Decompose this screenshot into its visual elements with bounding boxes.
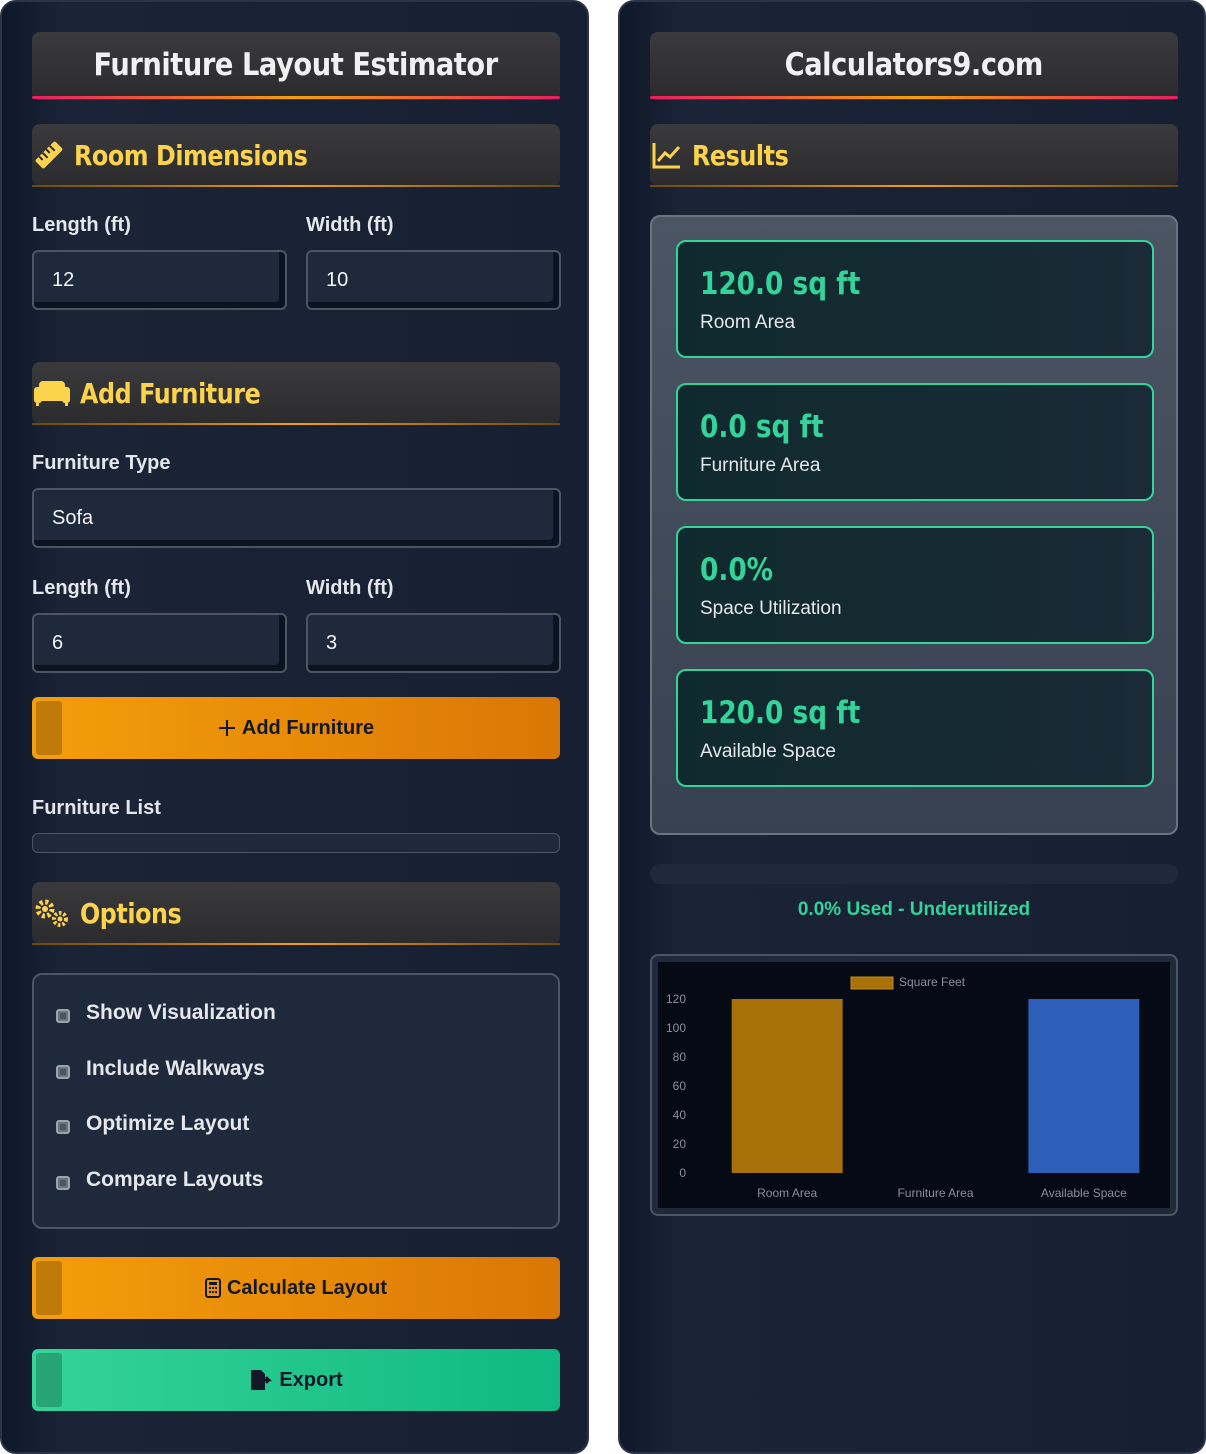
option-label: Compare Layouts <box>86 1168 264 1191</box>
app-title: Furniture Layout Estimator <box>93 46 499 83</box>
options-title: Options <box>80 896 182 930</box>
app-title-box: Furniture Layout Estimator <box>32 32 560 100</box>
site-title-box: Calculators9.com <box>650 32 1178 100</box>
export-button-label: Export <box>279 1368 343 1391</box>
add-furniture-title: Add Furniture <box>80 376 261 410</box>
result-value: 0.0 sq ft <box>700 409 824 445</box>
results-panel: Calculators9.com Results 120.0 sq ft Roo… <box>618 0 1206 1454</box>
furniture-list <box>32 833 560 853</box>
checkbox[interactable] <box>56 1065 70 1079</box>
checkbox[interactable] <box>56 1120 70 1134</box>
room-width-label: Width (ft) <box>306 214 394 236</box>
legend-swatch <box>850 976 894 990</box>
furniture-width-input[interactable]: 3 <box>306 613 561 673</box>
legend-label: Square Feet <box>899 975 966 989</box>
room-width-input[interactable]: 10 <box>306 250 561 310</box>
room-dimensions-header: Room Dimensions <box>32 124 560 187</box>
results-header: Results <box>650 124 1178 187</box>
checkbox[interactable] <box>56 1009 70 1023</box>
furniture-length-label: Length (ft) <box>32 577 131 599</box>
checkbox[interactable] <box>56 1176 70 1190</box>
result-label: Available Space <box>700 741 836 762</box>
chart-area: Square Feet 0 20 40 60 80 100 120 Room Area Furni… <box>658 962 1170 1208</box>
chart-box: Square Feet 0 20 40 60 80 100 120 Room Area Furni… <box>650 954 1178 1216</box>
option-label: Show Visualization <box>86 1001 276 1024</box>
add-furniture-button[interactable]: Add Furniture <box>32 697 560 759</box>
result-card-room-area: 120.0 sq ft Room Area <box>676 240 1154 358</box>
room-length-label: Length (ft) <box>32 214 131 236</box>
y-tick-label: 100 <box>666 1021 686 1035</box>
calculate-layout-button-label: Calculate Layout <box>226 1276 388 1299</box>
calculator-icon <box>204 1278 221 1298</box>
line-chart-icon <box>650 138 684 172</box>
calculator-panel: Furniture Layout Estimator Room Dimensio… <box>0 0 589 1454</box>
result-value: 0.0% <box>700 552 774 588</box>
add-furniture-button-label: Add Furniture <box>241 716 375 739</box>
result-label: Space Utilization <box>700 598 842 619</box>
result-label: Room Area <box>700 312 796 333</box>
option-include-walkways[interactable]: Include Walkways <box>56 1057 265 1081</box>
site-title: Calculators9.com <box>784 46 1044 83</box>
furniture-type-label: Furniture Type <box>32 452 171 474</box>
room-length-input[interactable]: 12 <box>32 250 287 310</box>
bar-available-space <box>1028 999 1140 1173</box>
x-tick-label: Furniture Area <box>897 1186 973 1200</box>
calculate-layout-button[interactable]: Calculate Layout <box>32 1257 560 1319</box>
couch-icon <box>32 376 72 410</box>
add-furniture-header: Add Furniture <box>32 362 560 425</box>
y-tick-label: 0 <box>679 1166 686 1180</box>
option-show-visualization[interactable]: Show Visualization <box>56 1001 276 1025</box>
options-box: Show Visualization Include Walkways Opti… <box>32 973 560 1229</box>
bar-room-area <box>731 999 843 1173</box>
furniture-list-label: Furniture List <box>32 797 161 819</box>
result-card-furniture-area: 0.0 sq ft Furniture Area <box>676 383 1154 501</box>
furniture-type-select[interactable]: Sofa <box>32 488 561 548</box>
y-tick-label: 60 <box>673 1079 687 1093</box>
room-dimensions-title: Room Dimensions <box>74 138 308 172</box>
x-tick-label: Available Space <box>1041 1186 1127 1200</box>
furniture-length-input[interactable]: 6 <box>32 613 287 673</box>
option-optimize-layout[interactable]: Optimize Layout <box>56 1112 249 1136</box>
result-label: Furniture Area <box>700 455 821 476</box>
result-value: 120.0 sq ft <box>700 266 861 302</box>
utilization-status: 0.0% Used - Underutilized <box>797 899 1031 920</box>
area-bar-chart: Square Feet 0 20 40 60 80 100 120 Room Area Furni… <box>666 975 1140 1200</box>
option-label: Include Walkways <box>86 1057 265 1080</box>
plus-icon <box>218 719 236 737</box>
option-compare-layouts[interactable]: Compare Layouts <box>56 1168 263 1192</box>
x-tick-label: Room Area <box>757 1186 817 1200</box>
result-value: 120.0 sq ft <box>700 695 861 731</box>
utilization-progress-bar <box>650 864 1178 884</box>
result-card-available-space: 120.0 sq ft Available Space <box>676 669 1154 787</box>
result-card-space-utilization: 0.0% Space Utilization <box>676 526 1154 644</box>
gears-icon <box>32 896 72 930</box>
y-tick-label: 20 <box>673 1137 687 1151</box>
y-tick-label: 80 <box>673 1050 687 1064</box>
file-export-icon <box>249 1369 273 1391</box>
results-box: 120.0 sq ft Room Area 0.0 sq ft Furnitur… <box>650 215 1178 835</box>
y-tick-label: 120 <box>666 992 686 1006</box>
export-button[interactable]: Export <box>32 1349 560 1411</box>
option-label: Optimize Layout <box>86 1112 250 1135</box>
furniture-width-label: Width (ft) <box>306 577 394 599</box>
ruler-icon <box>32 138 66 172</box>
results-title: Results <box>692 138 789 172</box>
options-header: Options <box>32 882 560 945</box>
y-tick-label: 40 <box>673 1108 687 1122</box>
